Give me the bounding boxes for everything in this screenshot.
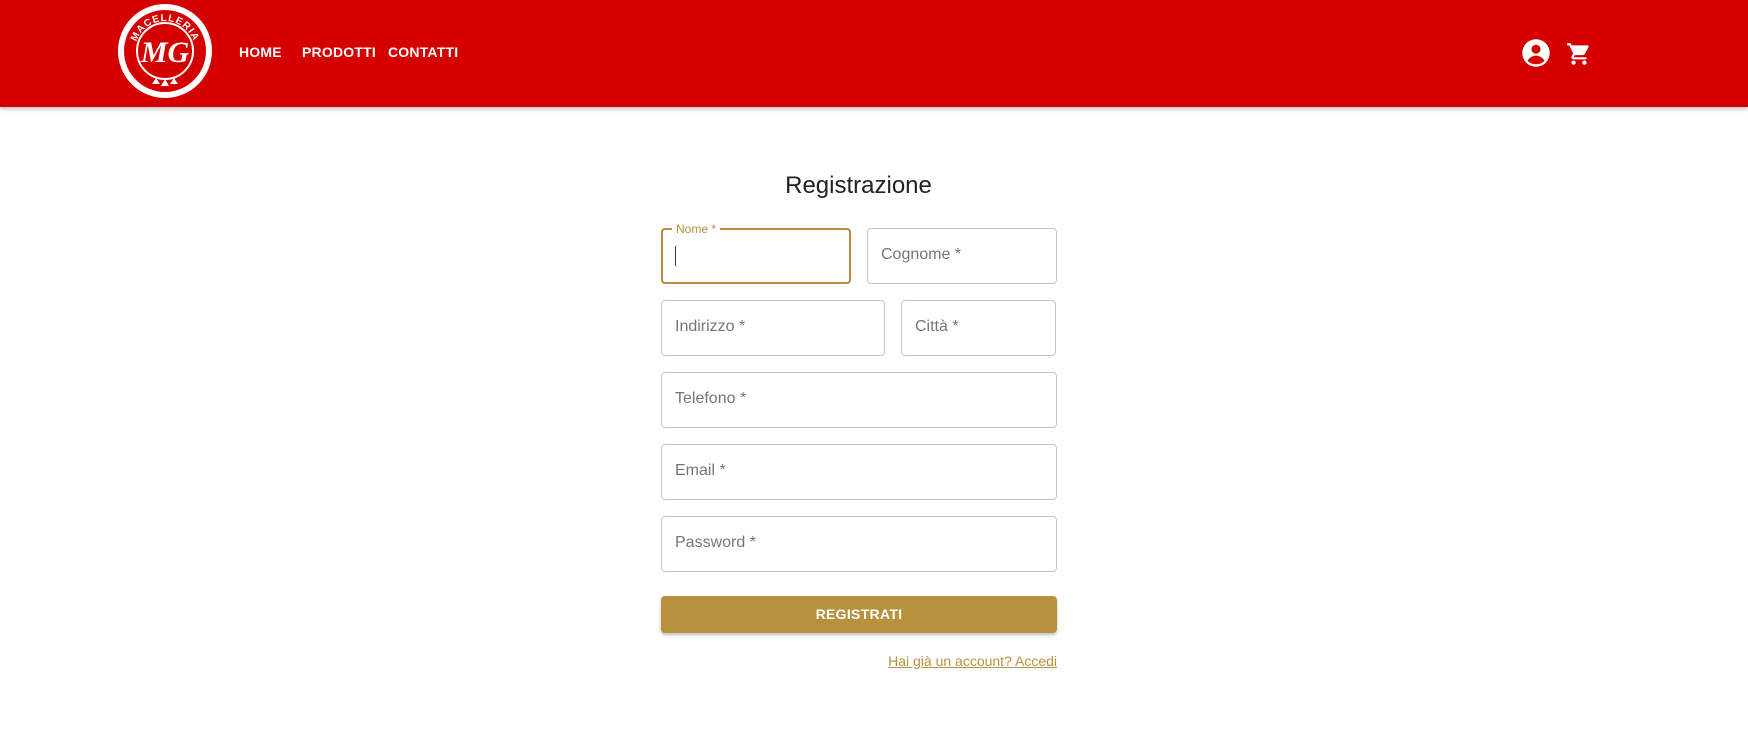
shopping-cart-icon[interactable] <box>1566 41 1592 72</box>
indirizzo-placeholder: Indirizzo * <box>675 318 746 335</box>
account-circle-icon[interactable] <box>1521 38 1551 73</box>
telefono-field[interactable]: Telefono * <box>661 372 1057 428</box>
password-field[interactable]: Password * <box>661 516 1057 572</box>
text-cursor <box>675 246 676 266</box>
top-app-bar: MACELLERIA MG HOME PRODOTTI CONTATTI <box>0 0 1748 107</box>
nome-label: Nome * <box>672 222 721 236</box>
citta-placeholder: Città * <box>915 318 959 335</box>
cognome-placeholder: Cognome * <box>881 246 962 263</box>
register-button[interactable]: REGISTRATI <box>661 596 1057 633</box>
macelleria-logo[interactable]: MACELLERIA MG <box>118 4 212 98</box>
nome-field[interactable]: Nome * <box>661 222 851 284</box>
nav-prodotti[interactable]: PRODOTTI <box>302 44 376 60</box>
page-title: Registrazione <box>785 172 932 199</box>
nav-contatti[interactable]: CONTATTI <box>388 44 458 60</box>
indirizzo-field[interactable]: Indirizzo * <box>661 300 885 356</box>
svg-text:MG: MG <box>140 36 190 69</box>
email-placeholder: Email * <box>675 462 726 479</box>
telefono-placeholder: Telefono * <box>675 390 747 407</box>
login-link[interactable]: Hai già un account? Accedi <box>888 653 1057 669</box>
cognome-field[interactable]: Cognome * <box>867 228 1057 284</box>
email-field[interactable]: Email * <box>661 444 1057 500</box>
password-placeholder: Password * <box>675 534 756 551</box>
citta-field[interactable]: Città * <box>901 300 1056 356</box>
nav-home[interactable]: HOME <box>239 44 282 60</box>
